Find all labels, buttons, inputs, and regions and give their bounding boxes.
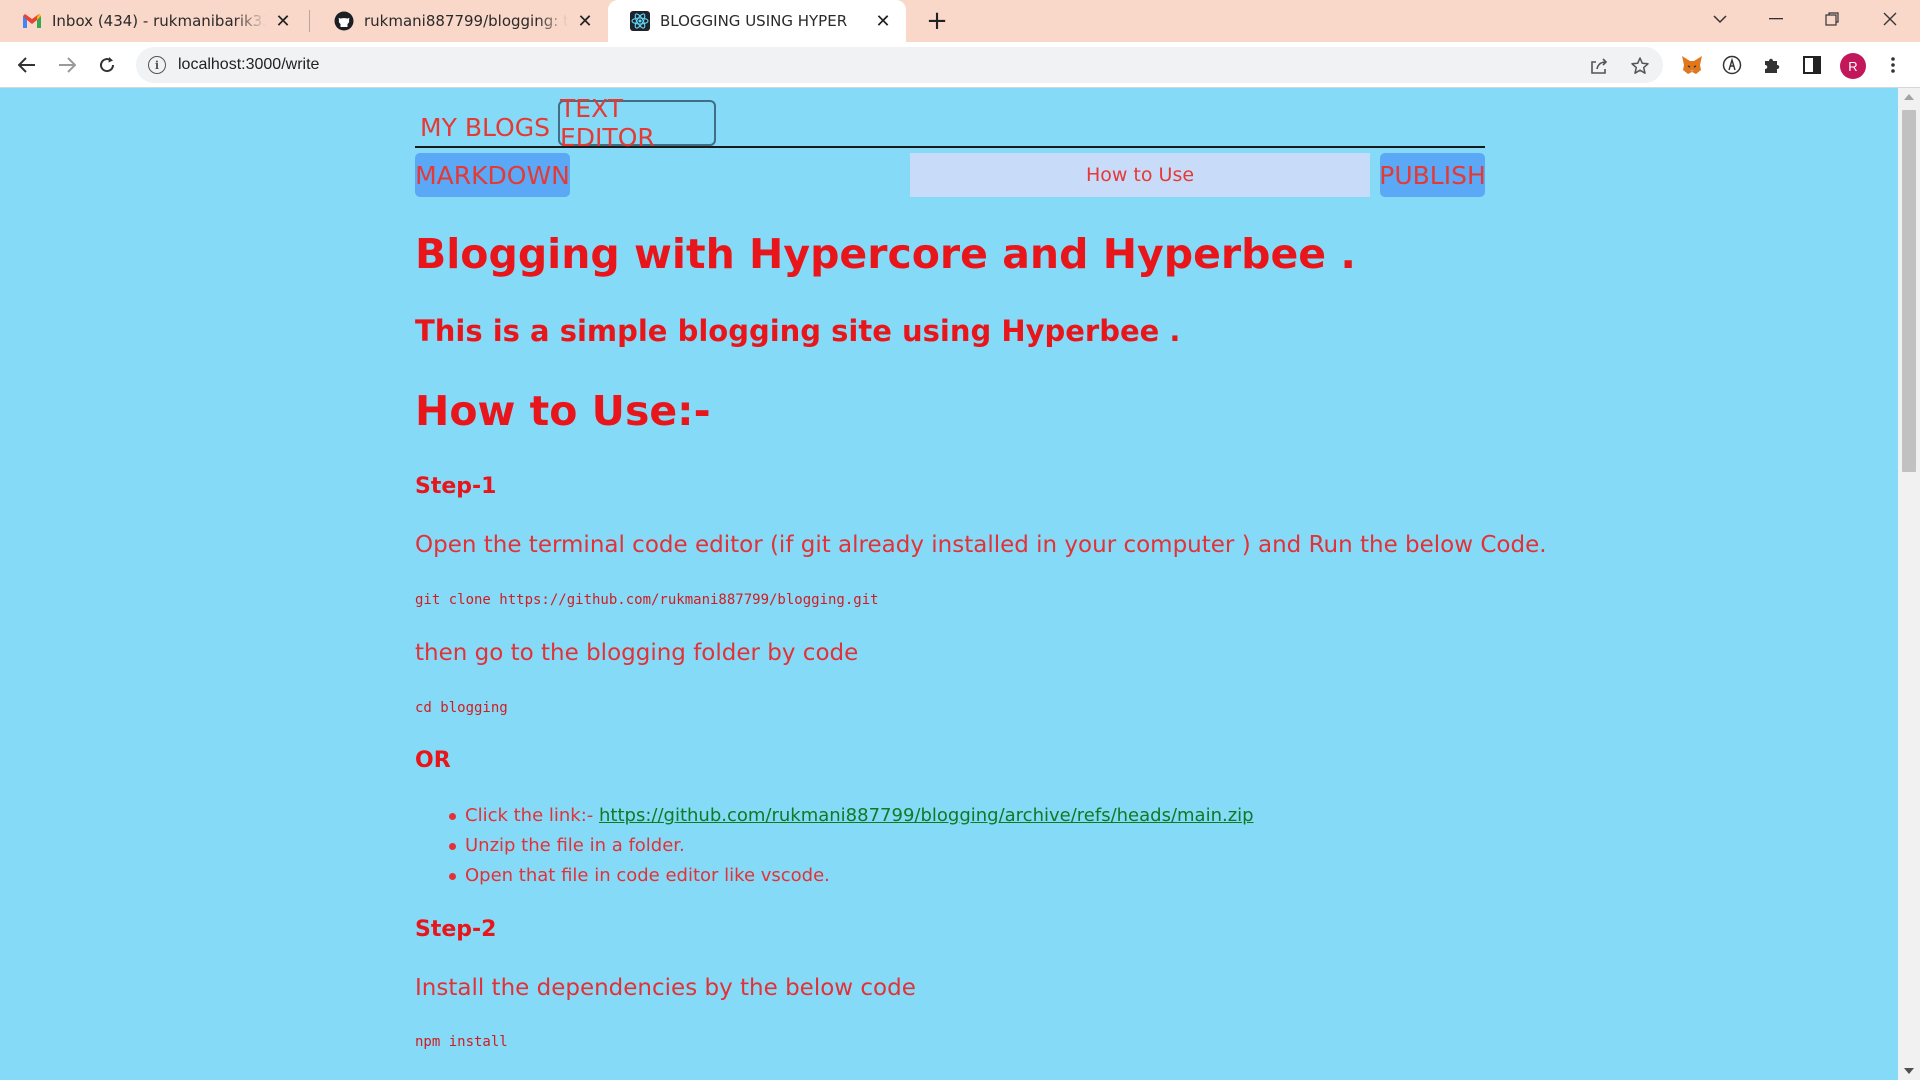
github-icon xyxy=(334,11,354,31)
how-to-use-heading: How to Use:- xyxy=(415,387,711,435)
page-viewport: MY BLOGS TEXT EDITOR MARKDOWN How to Use… xyxy=(0,88,1898,1080)
extension-circle-icon[interactable] xyxy=(1717,50,1747,80)
instruction-list: Click the link:- https://github.com/rukm… xyxy=(415,801,1254,891)
tab-separator xyxy=(309,10,310,32)
app-nav: MY BLOGS TEXT EDITOR xyxy=(415,94,1485,152)
markdown-button[interactable]: MARKDOWN xyxy=(415,153,570,197)
download-zip-link[interactable]: https://github.com/rukmani887799/bloggin… xyxy=(599,805,1254,826)
or-heading: OR xyxy=(415,748,451,773)
nav-my-blogs[interactable]: MY BLOGS xyxy=(415,104,555,150)
address-bar[interactable]: i localhost:3000/write xyxy=(136,47,1663,83)
back-arrow-icon[interactable] xyxy=(12,50,42,80)
step-1-heading: Step-1 xyxy=(415,474,497,499)
new-tab-button[interactable]: + xyxy=(922,6,952,36)
tab-title: rukmani887799/blogging: this is a simple… xyxy=(364,12,568,30)
article-title: Blogging with Hypercore and Hyperbee . xyxy=(415,230,1356,278)
extensions-puzzle-icon[interactable] xyxy=(1757,50,1787,80)
close-window-icon[interactable] xyxy=(1862,0,1918,38)
address-url[interactable]: localhost:3000/write xyxy=(178,56,319,74)
article-subtitle: This is a simple blogging site using Hyp… xyxy=(415,314,1181,348)
git-clone-code: git clone https://github.com/rukmani8877… xyxy=(415,592,879,608)
publish-button[interactable]: PUBLISH xyxy=(1379,153,1486,197)
vertical-scrollbar[interactable] xyxy=(1898,88,1920,1080)
scrollbar-thumb[interactable] xyxy=(1902,110,1916,472)
tab-github[interactable]: rukmani887799/blogging: this is a simple… xyxy=(312,0,608,42)
step-2-heading: Step-2 xyxy=(415,917,497,942)
more-menu-icon[interactable] xyxy=(1878,50,1908,80)
reload-icon[interactable] xyxy=(92,50,122,80)
restore-icon[interactable] xyxy=(1804,0,1860,38)
close-tab-icon[interactable]: ✕ xyxy=(274,11,292,32)
tab-search-icon[interactable] xyxy=(1692,0,1748,38)
npm-install-code: npm install xyxy=(415,1034,508,1050)
scroll-down-arrow-icon[interactable] xyxy=(1904,1068,1914,1074)
list-item: Open that file in code editor like vscod… xyxy=(415,861,1254,891)
blog-title-input[interactable]: How to Use xyxy=(910,153,1370,197)
list-item-text: Click the link:- xyxy=(465,805,599,826)
site-info-icon[interactable]: i xyxy=(148,56,166,74)
list-item-text: Unzip the file in a folder. xyxy=(465,835,685,856)
browser-toolbar: i localhost:3000/write R xyxy=(0,42,1920,88)
browser-tab-strip: Inbox (434) - rukmanibarik333@gmail.com … xyxy=(0,0,1920,42)
cd-code: cd blogging xyxy=(415,700,508,716)
minimize-icon[interactable] xyxy=(1748,0,1804,38)
profile-avatar[interactable]: R xyxy=(1840,53,1866,79)
forward-arrow-icon[interactable] xyxy=(52,50,82,80)
bookmark-star-icon[interactable] xyxy=(1630,56,1650,76)
scroll-up-arrow-icon[interactable] xyxy=(1904,94,1914,100)
close-tab-icon[interactable]: ✕ xyxy=(874,11,892,32)
step-1-text: Open the terminal code editor (if git al… xyxy=(415,532,1547,558)
tab-blogging[interactable]: BLOGGING USING HYPER ✕ xyxy=(608,0,906,42)
nav-text-editor[interactable]: TEXT EDITOR xyxy=(558,94,716,152)
close-tab-icon[interactable]: ✕ xyxy=(576,11,594,32)
side-panel-icon[interactable] xyxy=(1797,50,1827,80)
gmail-icon xyxy=(22,11,42,31)
then-text: then go to the blogging folder by code xyxy=(415,640,859,666)
share-icon[interactable] xyxy=(1589,56,1609,76)
list-item-text: Open that file in code editor like vscod… xyxy=(465,865,830,886)
react-icon xyxy=(630,11,650,31)
tab-title: BLOGGING USING HYPER xyxy=(660,12,848,30)
tab-title: Inbox (434) - rukmanibarik333@gmail.com … xyxy=(52,12,266,30)
metamask-fox-icon[interactable] xyxy=(1677,50,1707,80)
list-item: Unzip the file in a folder. xyxy=(415,831,1254,861)
step-2-text: Install the dependencies by the below co… xyxy=(415,975,916,1001)
tab-gmail[interactable]: Inbox (434) - rukmanibarik333@gmail.com … xyxy=(0,0,306,42)
editor-controls: MARKDOWN How to Use PUBLISH xyxy=(415,153,1486,197)
list-item: Click the link:- https://github.com/rukm… xyxy=(415,801,1254,831)
